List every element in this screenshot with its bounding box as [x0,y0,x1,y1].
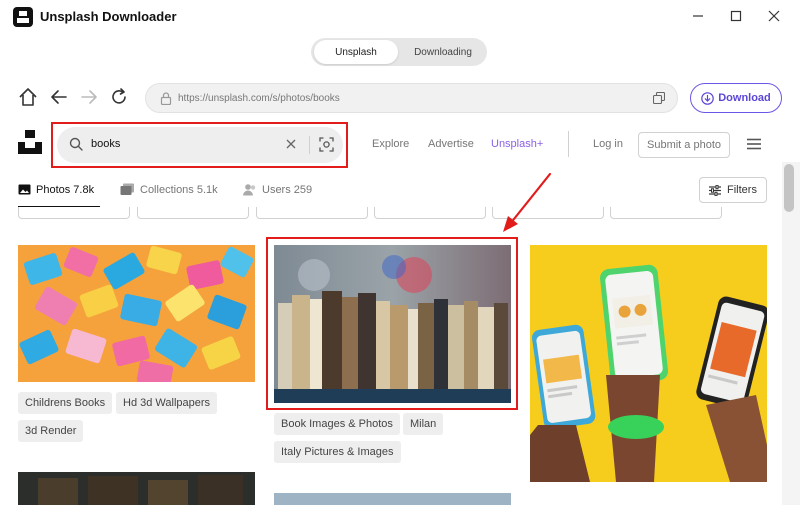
header-divider [568,131,569,157]
tag-chip[interactable]: Childrens Books [18,392,113,414]
scrollbar-track[interactable] [782,162,800,505]
app-logo [13,7,33,27]
nav-explore[interactable]: Explore [372,138,409,150]
url-bar[interactable]: https://unsplash.com/s/photos/books [145,83,678,113]
tab-downloading[interactable]: Downloading [401,40,485,64]
tab-collections-label: Collections 5.1k [140,183,218,196]
url-text: https://unsplash.com/s/photos/books [178,93,340,104]
tag-chip[interactable]: Hd 3d Wallpapers [116,392,218,414]
login-link[interactable]: Log in [593,138,623,150]
tag-chip[interactable]: Book Images & Photos [274,413,400,435]
photo-highlight-box [266,237,518,410]
tab-collections[interactable]: Collections 5.1k [120,183,218,196]
reload-button[interactable] [108,86,130,108]
related-chip[interactable] [374,207,486,219]
tab-photos-label: Photos 7.8k [36,183,95,196]
search-highlight-box [51,122,348,168]
lock-icon [160,92,172,105]
back-button[interactable] [48,86,70,108]
download-button[interactable]: Download [690,83,782,113]
close-icon [768,10,780,22]
hamburger-menu-icon[interactable] [746,138,762,150]
title-bar: Unsplash Downloader [0,0,800,32]
related-chip[interactable] [18,207,130,219]
tab-users-label: Users 259 [262,183,313,196]
forward-icon [81,90,97,104]
photo-childrens-books[interactable] [18,245,255,382]
tag-chip[interactable]: 3d Render [18,420,84,442]
tab-unsplash[interactable]: Unsplash [314,40,398,64]
annotation-arrow-icon [503,172,552,232]
tab-photos[interactable]: Photos 7.8k [18,183,94,196]
tag-chip[interactable]: Milan [403,413,444,435]
unsplash-logo[interactable] [18,130,42,154]
scrollbar-thumb[interactable] [784,164,794,212]
mode-switcher: Unsplash Downloading [311,38,487,66]
copy-icon[interactable] [653,92,665,104]
forward-button[interactable] [78,86,100,108]
related-chip[interactable] [610,207,722,219]
tab-users[interactable]: Users 259 [243,183,312,196]
filters-label: Filters [727,184,757,196]
photo-partial[interactable] [274,493,511,505]
download-label: Download [718,92,771,104]
back-icon [51,90,67,104]
library-image [18,472,255,505]
home-button[interactable] [17,86,39,108]
filters-button[interactable]: Filters [699,177,767,203]
nav-advertise[interactable]: Advertise [428,138,474,150]
submit-photo-button[interactable]: Submit a photo [638,132,730,158]
minimize-icon [693,15,703,17]
close-button[interactable] [759,4,789,28]
maximize-icon [730,10,742,22]
phones-image [530,245,767,482]
colorful-books-image [18,245,255,382]
home-icon [19,88,37,106]
photo-phones[interactable] [530,245,767,482]
collections-icon [120,183,134,195]
related-chip[interactable] [256,207,368,219]
maximize-button[interactable] [721,4,751,28]
download-icon [701,91,715,105]
filters-icon [709,184,722,196]
photo-library[interactable] [18,472,255,505]
photo-icon [18,184,31,195]
minimize-button[interactable] [683,4,713,28]
reload-icon [112,88,126,104]
related-chip[interactable] [137,207,249,219]
nav-unsplash-plus[interactable]: Unsplash+ [491,138,543,150]
users-icon [243,184,256,196]
app-title: Unsplash Downloader [40,9,177,24]
tag-chip[interactable]: Italy Pictures & Images [274,441,401,463]
